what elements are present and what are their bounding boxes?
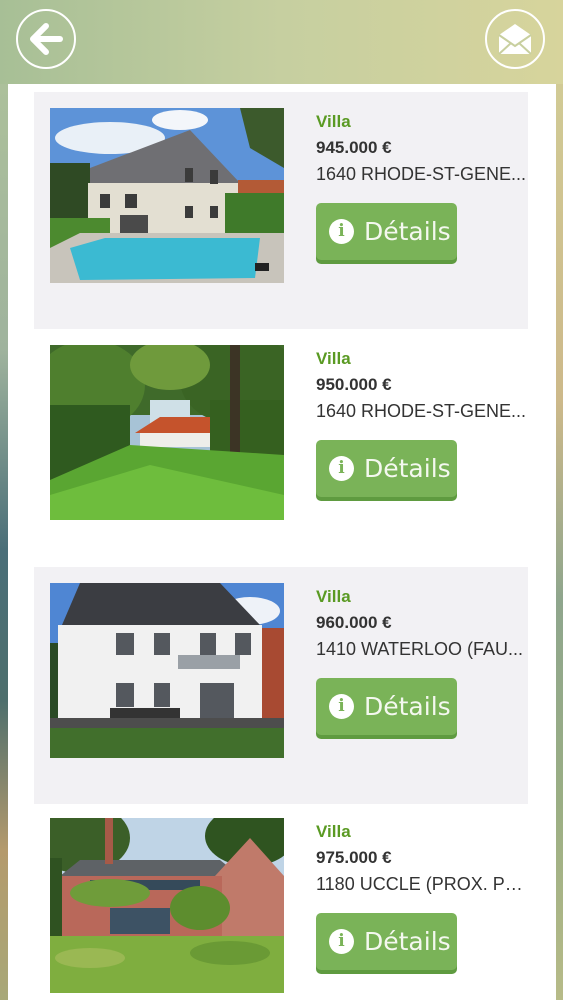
details-button[interactable]: i Détails [316, 678, 457, 735]
listing-address: 1180 UCCLE (PROX. PE... [316, 874, 528, 894]
details-label: Détails [364, 217, 451, 246]
listing-address: 1410 WATERLOO (FAU... [316, 639, 524, 659]
background-right-edge [555, 0, 563, 1000]
listing-photo[interactable] [50, 108, 284, 283]
background-left-edge [0, 0, 8, 1000]
details-label: Détails [364, 454, 451, 483]
listing-price: 950.000 € [316, 375, 392, 394]
listing-address: 1640 RHODE-ST-GENE... [316, 164, 527, 184]
listing-photo[interactable] [50, 345, 284, 520]
info-icon: i [329, 929, 354, 954]
listing-card[interactable]: Villa 960.000 € 1410 WATERLOO (FAU... i … [34, 567, 528, 804]
listing-type: Villa [316, 349, 351, 368]
listing-photo[interactable] [50, 818, 284, 993]
listing-type: Villa [316, 587, 351, 606]
info-icon: i [329, 694, 354, 719]
listing-type: Villa [316, 822, 351, 841]
listing-card[interactable]: Villa 945.000 € 1640 RHODE-ST-GENE... i … [34, 92, 528, 329]
listings-list: Villa 945.000 € 1640 RHODE-ST-GENE... i … [8, 84, 556, 1000]
mail-button[interactable] [485, 9, 545, 69]
envelope-icon [498, 24, 532, 55]
listing-address: 1640 RHODE-ST-GENE... [316, 401, 527, 421]
listing-type: Villa [316, 112, 351, 131]
listing-card[interactable]: Villa 975.000 € 1180 UCCLE (PROX. PE... … [34, 802, 528, 1000]
listing-price: 975.000 € [316, 848, 392, 867]
listing-photo[interactable] [50, 583, 284, 758]
info-icon: i [329, 456, 354, 481]
details-label: Détails [364, 692, 451, 721]
listing-price: 945.000 € [316, 138, 392, 157]
listing-price: 960.000 € [316, 613, 392, 632]
details-button[interactable]: i Détails [316, 203, 457, 260]
info-icon: i [329, 219, 354, 244]
back-button[interactable] [16, 9, 76, 69]
arrow-left-icon [30, 23, 63, 55]
details-button[interactable]: i Détails [316, 913, 457, 970]
listing-card[interactable]: Villa 950.000 € 1640 RHODE-ST-GENE... i … [34, 329, 528, 566]
details-label: Détails [364, 927, 451, 956]
details-button[interactable]: i Détails [316, 440, 457, 497]
top-bar [0, 0, 563, 84]
